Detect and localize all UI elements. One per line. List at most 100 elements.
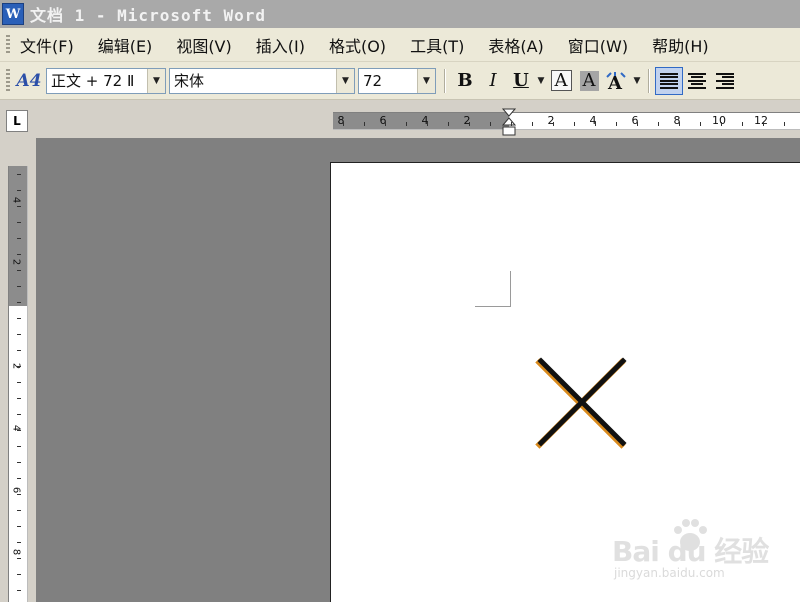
style-dropdown[interactable]: 正文 + 72 Ⅱ ▼: [46, 67, 166, 94]
ruler-tick: [553, 122, 554, 126]
ruler-tick: [17, 574, 21, 575]
tab-stop-selector[interactable]: L: [6, 110, 28, 132]
menu-format[interactable]: 格式(O): [329, 33, 386, 57]
right-align-icon: [716, 72, 734, 89]
character-border-button[interactable]: A: [547, 67, 575, 95]
ruler-tick: [17, 254, 21, 255]
menu-tools[interactable]: 工具(T): [410, 33, 464, 57]
center-align-icon: [688, 72, 706, 89]
watermark-url: jingyan.baidu.com: [614, 566, 725, 580]
ruler-tick: [17, 174, 21, 175]
ruler-tick: [490, 122, 491, 126]
ruler-tick: [427, 122, 428, 126]
horizontal-ruler-row: L 8642246810121: [0, 100, 800, 138]
menu-help[interactable]: 帮助(H): [652, 33, 709, 57]
word-app-icon[interactable]: W: [2, 3, 24, 25]
text-boundary-corner-mark: [475, 271, 511, 307]
baidu-watermark: Bai du 经验 jingyan.baidu.com: [612, 516, 772, 586]
menu-edit[interactable]: 编辑(E): [98, 33, 153, 57]
toolbar-separator: [648, 68, 650, 93]
underline-options-arrow-icon[interactable]: ▼: [535, 76, 547, 86]
styles-and-formatting-icon[interactable]: A4: [16, 68, 42, 94]
font-dropdown[interactable]: 宋体 ▼: [169, 67, 355, 94]
ruler-tick: [574, 122, 575, 126]
ruler-tick: [385, 122, 386, 126]
ruler-label: 2: [10, 258, 22, 266]
ruler-tick: [595, 122, 596, 126]
menu-file[interactable]: 文件(F): [20, 33, 74, 57]
window-title: 文档 1 - Microsoft Word: [30, 6, 267, 25]
ruler-tick: [17, 446, 21, 447]
horizontal-ruler[interactable]: 8642246810121: [333, 108, 800, 136]
justify-align-button[interactable]: [655, 66, 683, 95]
ruler-top-margin: [9, 166, 27, 306]
indent-marker-icon[interactable]: [502, 108, 516, 138]
character-border-icon: A: [550, 70, 572, 91]
vertical-ruler[interactable]: 422468: [8, 166, 28, 602]
ruler-tick: [721, 122, 722, 126]
ruler-tick: [17, 526, 21, 527]
ruler-tick: [448, 122, 449, 126]
ruler-tick: [364, 122, 365, 126]
italic-button[interactable]: I: [479, 67, 507, 95]
ruler-tick: [17, 462, 21, 463]
ruler-tick: [17, 366, 21, 367]
ruler-tick: [17, 206, 21, 207]
formatting-toolbar: A4 正文 + 72 Ⅱ ▼ 宋体 ▼ 72 ▼ B I U ▼ A A A ▼: [0, 62, 800, 100]
ruler-tick: [469, 122, 470, 126]
ruler-tick: [17, 270, 21, 271]
ruler-label: 8: [10, 548, 22, 556]
font-value: 宋体: [174, 72, 205, 90]
ruler-tick: [17, 558, 21, 559]
ruler-tick: [763, 122, 764, 126]
font-size-value: 72: [363, 71, 383, 90]
center-align-button[interactable]: [683, 67, 711, 95]
chevron-down-icon[interactable]: ▼: [417, 68, 435, 93]
bold-button[interactable]: B: [451, 67, 479, 95]
ruler-tick: [17, 318, 21, 319]
ruler-tick: [17, 478, 21, 479]
title-bar: W 文档 1 - Microsoft Word: [0, 0, 800, 28]
ruler-label: 4: [10, 196, 22, 204]
ruler-tick: [17, 238, 21, 239]
highlight-options-arrow-icon[interactable]: ▼: [631, 76, 643, 86]
ruler-tick: [17, 302, 21, 303]
text-effects-icon: A: [606, 71, 626, 92]
ruler-tick: [17, 398, 21, 399]
ruler-tick: [784, 122, 785, 126]
ruler-tick: [17, 494, 21, 495]
ruler-tick: [17, 414, 21, 415]
toolbar-grip[interactable]: [6, 68, 10, 93]
style-value: 正文 + 72 Ⅱ: [51, 72, 135, 90]
ruler-tick: [343, 122, 344, 126]
menu-table[interactable]: 表格(A): [488, 33, 543, 57]
ruler-tick: [406, 122, 407, 126]
highlight-button[interactable]: A: [603, 67, 631, 95]
ruler-tick: [17, 590, 21, 591]
chevron-down-icon[interactable]: ▼: [147, 68, 165, 93]
menubar-grip[interactable]: [6, 34, 10, 55]
ruler-tick: [637, 122, 638, 126]
underline-button[interactable]: U: [507, 67, 535, 95]
ruler-tick: [17, 350, 21, 351]
ruler-tick: [658, 122, 659, 126]
ruler-tick: [17, 334, 21, 335]
ruler-label: 10: [712, 114, 726, 127]
menu-view[interactable]: 视图(V): [176, 33, 231, 57]
ruler-tick: [17, 222, 21, 223]
ruler-tick: [17, 542, 21, 543]
menu-insert[interactable]: 插入(I): [256, 33, 305, 57]
ruler-tick: [17, 286, 21, 287]
ruler-tick: [616, 122, 617, 126]
multiplication-sign-glyph[interactable]: ×: [535, 353, 631, 449]
ruler-tick: [17, 190, 21, 191]
character-shading-button[interactable]: A: [575, 67, 603, 95]
ruler-tick: [700, 122, 701, 126]
font-size-dropdown[interactable]: 72 ▼: [358, 67, 436, 94]
right-align-button[interactable]: [711, 67, 739, 95]
ruler-tick: [679, 122, 680, 126]
ruler-tick: [532, 122, 533, 126]
menu-window[interactable]: 窗口(W): [568, 33, 628, 57]
chevron-down-icon[interactable]: ▼: [336, 68, 354, 93]
toolbar-separator: [444, 68, 446, 93]
